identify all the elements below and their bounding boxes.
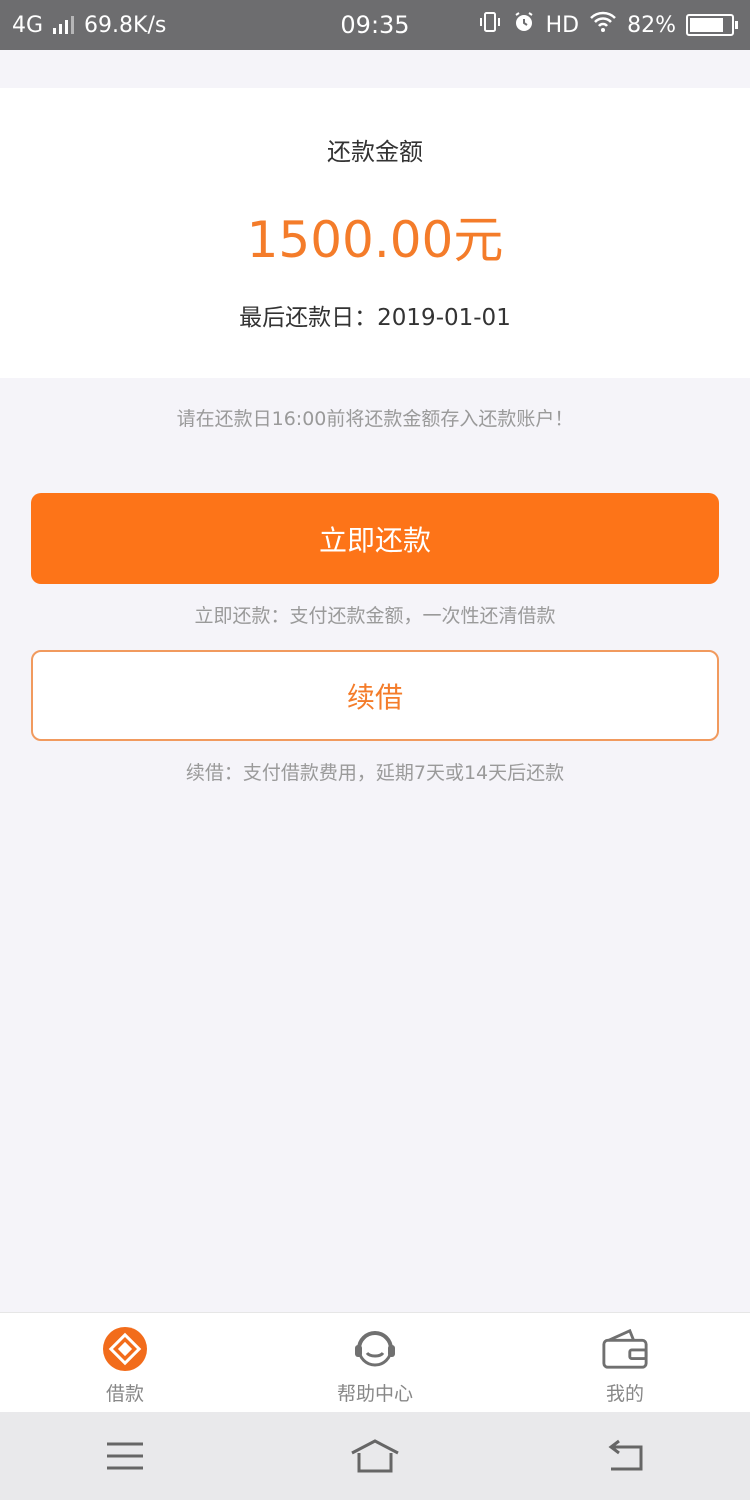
wallet-icon <box>601 1325 649 1373</box>
tab-help-center-label: 帮助中心 <box>336 1383 413 1405</box>
repayment-amount-label: 还款金额 <box>327 138 423 166</box>
loan-icon <box>101 1325 149 1373</box>
system-nav-bar <box>0 1412 750 1500</box>
wifi-icon <box>589 11 617 39</box>
bottom-tab-bar: 借款 帮助中心 我的 <box>0 1312 750 1412</box>
repayment-card: 还款金额 1500.00元 最后还款日：2019-01-01 <box>0 88 750 378</box>
tab-help-center[interactable]: 帮助中心 <box>250 1313 500 1412</box>
repay-now-button[interactable]: 立即还款 <box>31 493 719 584</box>
repayment-amount-value: 1500.00元 <box>246 211 504 269</box>
renew-loan-button[interactable]: 续借 <box>31 650 719 741</box>
due-date: 最后还款日：2019-01-01 <box>239 305 511 331</box>
tab-loan-label: 借款 <box>105 1383 144 1405</box>
headset-icon <box>351 1325 399 1373</box>
battery-percent: 82% <box>627 12 676 38</box>
tab-mine[interactable]: 我的 <box>500 1313 750 1412</box>
signal-icon <box>53 16 75 34</box>
repayment-notice: 请在还款日16:00前将还款金额存入还款账户！ <box>176 408 574 430</box>
home-icon[interactable] <box>335 1426 415 1486</box>
tab-mine-label: 我的 <box>605 1383 644 1405</box>
status-right: HD 82% <box>478 10 738 40</box>
network-type: 4G <box>12 12 44 38</box>
alarm-icon <box>512 10 536 40</box>
network-speed: 69.8K/s <box>84 12 167 38</box>
vibrate-icon <box>478 10 502 40</box>
tab-loan[interactable]: 借款 <box>0 1313 250 1412</box>
back-icon[interactable] <box>585 1426 665 1486</box>
status-left: 4G 69.8K/s <box>12 13 166 38</box>
status-bar: 4G 69.8K/s 09:35 HD 82% <box>0 0 750 50</box>
repay-now-description: 立即还款：支付还款金额，一次性还清借款 <box>194 605 556 627</box>
menu-icon[interactable] <box>85 1426 165 1486</box>
hd-indicator: HD <box>545 12 580 38</box>
renew-loan-description: 续借：支付借款费用，延期7天或14天后还款 <box>185 762 565 784</box>
battery-icon <box>686 14 738 36</box>
